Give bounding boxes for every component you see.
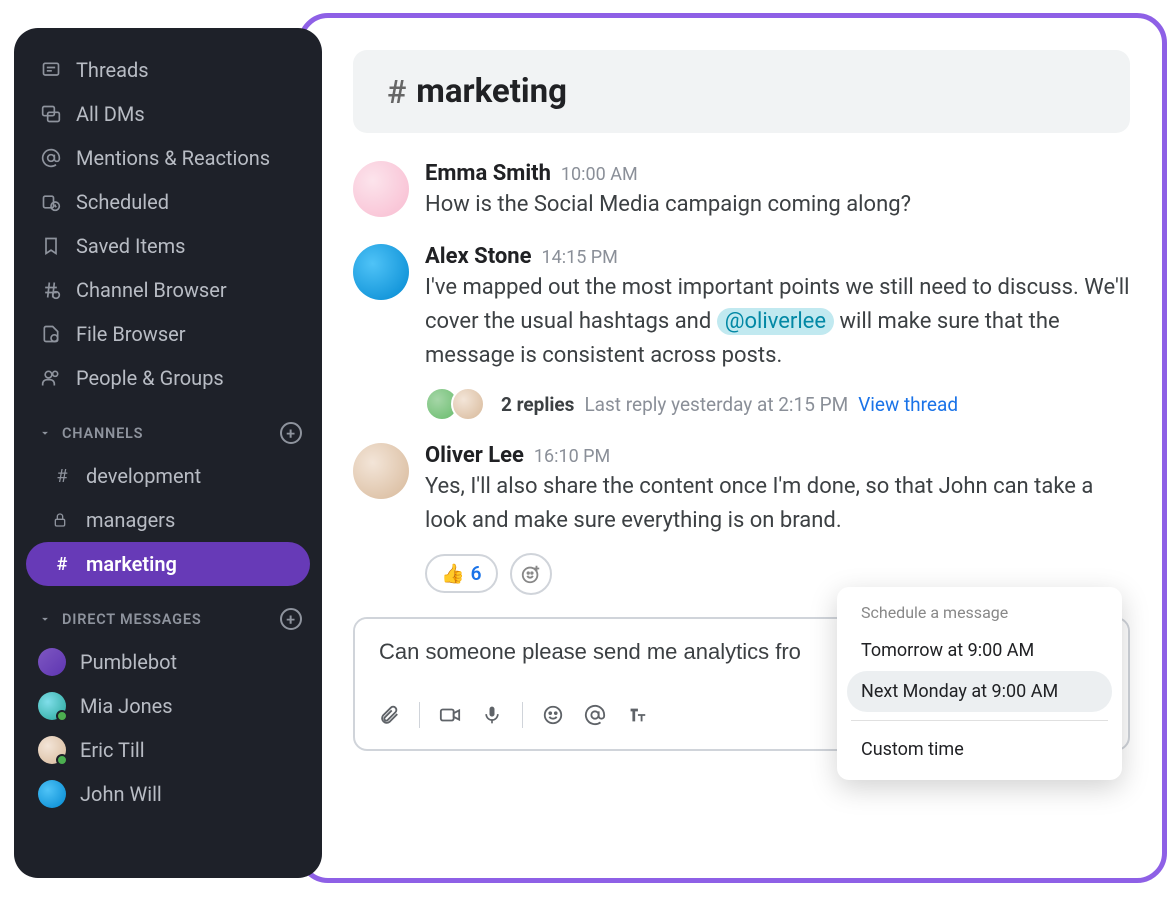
thread-replies-count: 2 replies [501, 393, 574, 416]
mention[interactable]: @oliverlee [717, 308, 834, 335]
reaction-count: 6 [471, 562, 482, 585]
schedule-option[interactable]: Next Monday at 9:00 AM [847, 671, 1112, 712]
thread-avatar [451, 387, 485, 421]
people-icon [40, 367, 62, 389]
sidebar-item-file-browser[interactable]: File Browser [14, 312, 322, 356]
schedule-custom-time[interactable]: Custom time [847, 729, 1112, 770]
bookmark-icon [40, 235, 62, 257]
video-button[interactable] [432, 697, 468, 733]
message-text: How is the Social Media campaign coming … [425, 188, 1130, 222]
hash-icon: # [52, 466, 72, 487]
channel-managers[interactable]: managers [26, 498, 310, 542]
schedule-icon [40, 191, 62, 213]
chevron-down-icon [38, 426, 52, 440]
message: Oliver Lee 16:10 PM Yes, I'll also share… [353, 443, 1130, 594]
message-text: Yes, I'll also share the content once I'… [425, 470, 1130, 538]
avatar[interactable] [353, 443, 409, 499]
threads-icon [40, 59, 62, 81]
sidebar-item-threads[interactable]: Threads [14, 48, 322, 92]
sidebar-item-mentions[interactable]: Mentions & Reactions [14, 136, 322, 180]
avatar [38, 648, 66, 676]
message-author[interactable]: Oliver Lee [425, 443, 524, 468]
channel-label: managers [86, 508, 175, 532]
sidebar-label: Channel Browser [76, 278, 227, 302]
section-label: DIRECT MESSAGES [62, 611, 201, 628]
separator [419, 702, 420, 728]
hash-icon: # [387, 73, 406, 111]
mention-button[interactable] [577, 697, 613, 733]
add-dm-button[interactable]: + [280, 608, 302, 630]
avatar [38, 692, 66, 720]
section-label: CHANNELS [62, 425, 143, 442]
sidebar-item-dms[interactable]: All DMs [14, 92, 322, 136]
reaction-emoji: 👍 [441, 562, 465, 585]
dms-section-header[interactable]: DIRECT MESSAGES + [14, 586, 322, 640]
chevron-down-icon [38, 612, 52, 626]
channel-label: marketing [86, 552, 177, 576]
channel-name: marketing [416, 72, 567, 111]
channel-browser-icon [40, 279, 62, 301]
emoji-button[interactable] [535, 697, 571, 733]
message-time: 16:10 PM [534, 446, 610, 467]
dm-pumblebot[interactable]: Pumblebot [14, 640, 322, 684]
dm-eric-till[interactable]: Eric Till [14, 728, 322, 772]
sidebar-item-people[interactable]: People & Groups [14, 356, 322, 400]
channel-label: development [86, 464, 201, 488]
mention-icon [40, 147, 62, 169]
channels-section-header[interactable]: CHANNELS + [14, 400, 322, 454]
avatar [38, 780, 66, 808]
sidebar-label: Scheduled [76, 190, 169, 214]
separator [851, 720, 1108, 721]
schedule-option[interactable]: Tomorrow at 9:00 AM [847, 630, 1112, 671]
channel-header: # marketing [353, 50, 1130, 133]
sidebar-label: All DMs [76, 102, 145, 126]
dm-john-will[interactable]: John Will [14, 772, 322, 816]
avatar[interactable] [353, 161, 409, 217]
message-time: 10:00 AM [561, 164, 638, 185]
presence-indicator [56, 710, 68, 722]
schedule-popup: Schedule a message Tomorrow at 9:00 AM N… [837, 587, 1122, 780]
file-browser-icon [40, 323, 62, 345]
dm-label: Eric Till [80, 738, 145, 762]
hash-icon: # [52, 554, 72, 575]
sidebar-item-scheduled[interactable]: Scheduled [14, 180, 322, 224]
separator [522, 702, 523, 728]
sidebar-label: Mentions & Reactions [76, 146, 270, 170]
dms-icon [40, 103, 62, 125]
mic-button[interactable] [474, 697, 510, 733]
view-thread-link[interactable]: View thread [858, 393, 958, 416]
sidebar-label: File Browser [76, 322, 186, 346]
dm-mia-jones[interactable]: Mia Jones [14, 684, 322, 728]
reaction-thumbs-up[interactable]: 👍 6 [425, 554, 498, 593]
channel-marketing[interactable]: # marketing [26, 542, 310, 586]
presence-indicator [56, 754, 68, 766]
message-author[interactable]: Emma Smith [425, 161, 551, 186]
message-text: I've mapped out the most important point… [425, 271, 1130, 373]
avatar [38, 736, 66, 764]
message: Emma Smith 10:00 AM How is the Social Me… [353, 161, 1130, 222]
message: Alex Stone 14:15 PM I've mapped out the … [353, 244, 1130, 421]
add-channel-button[interactable]: + [280, 422, 302, 444]
sidebar-label: People & Groups [76, 366, 224, 390]
thread-summary[interactable]: 2 replies Last reply yesterday at 2:15 P… [425, 387, 1130, 421]
chat-panel: # marketing Emma Smith 10:00 AM How is t… [298, 13, 1167, 883]
thread-meta: Last reply yesterday at 2:15 PM [584, 393, 848, 416]
channel-development[interactable]: # development [26, 454, 310, 498]
sidebar-item-channel-browser[interactable]: Channel Browser [14, 268, 322, 312]
schedule-popup-title: Schedule a message [847, 603, 1112, 630]
sidebar-label: Saved Items [76, 234, 185, 258]
sidebar-label: Threads [76, 58, 149, 82]
sidebar-item-saved[interactable]: Saved Items [14, 224, 322, 268]
sidebar: Threads All DMs Mentions & Reactions Sch… [14, 28, 322, 878]
add-reaction-button[interactable] [510, 553, 552, 595]
dm-label: Mia Jones [80, 694, 173, 718]
message-time: 14:15 PM [541, 247, 617, 268]
avatar[interactable] [353, 244, 409, 300]
message-author[interactable]: Alex Stone [425, 244, 531, 269]
lock-icon [52, 512, 72, 528]
attach-button[interactable] [371, 697, 407, 733]
dm-label: John Will [80, 782, 162, 806]
format-button[interactable] [619, 697, 655, 733]
dm-label: Pumblebot [80, 650, 177, 674]
